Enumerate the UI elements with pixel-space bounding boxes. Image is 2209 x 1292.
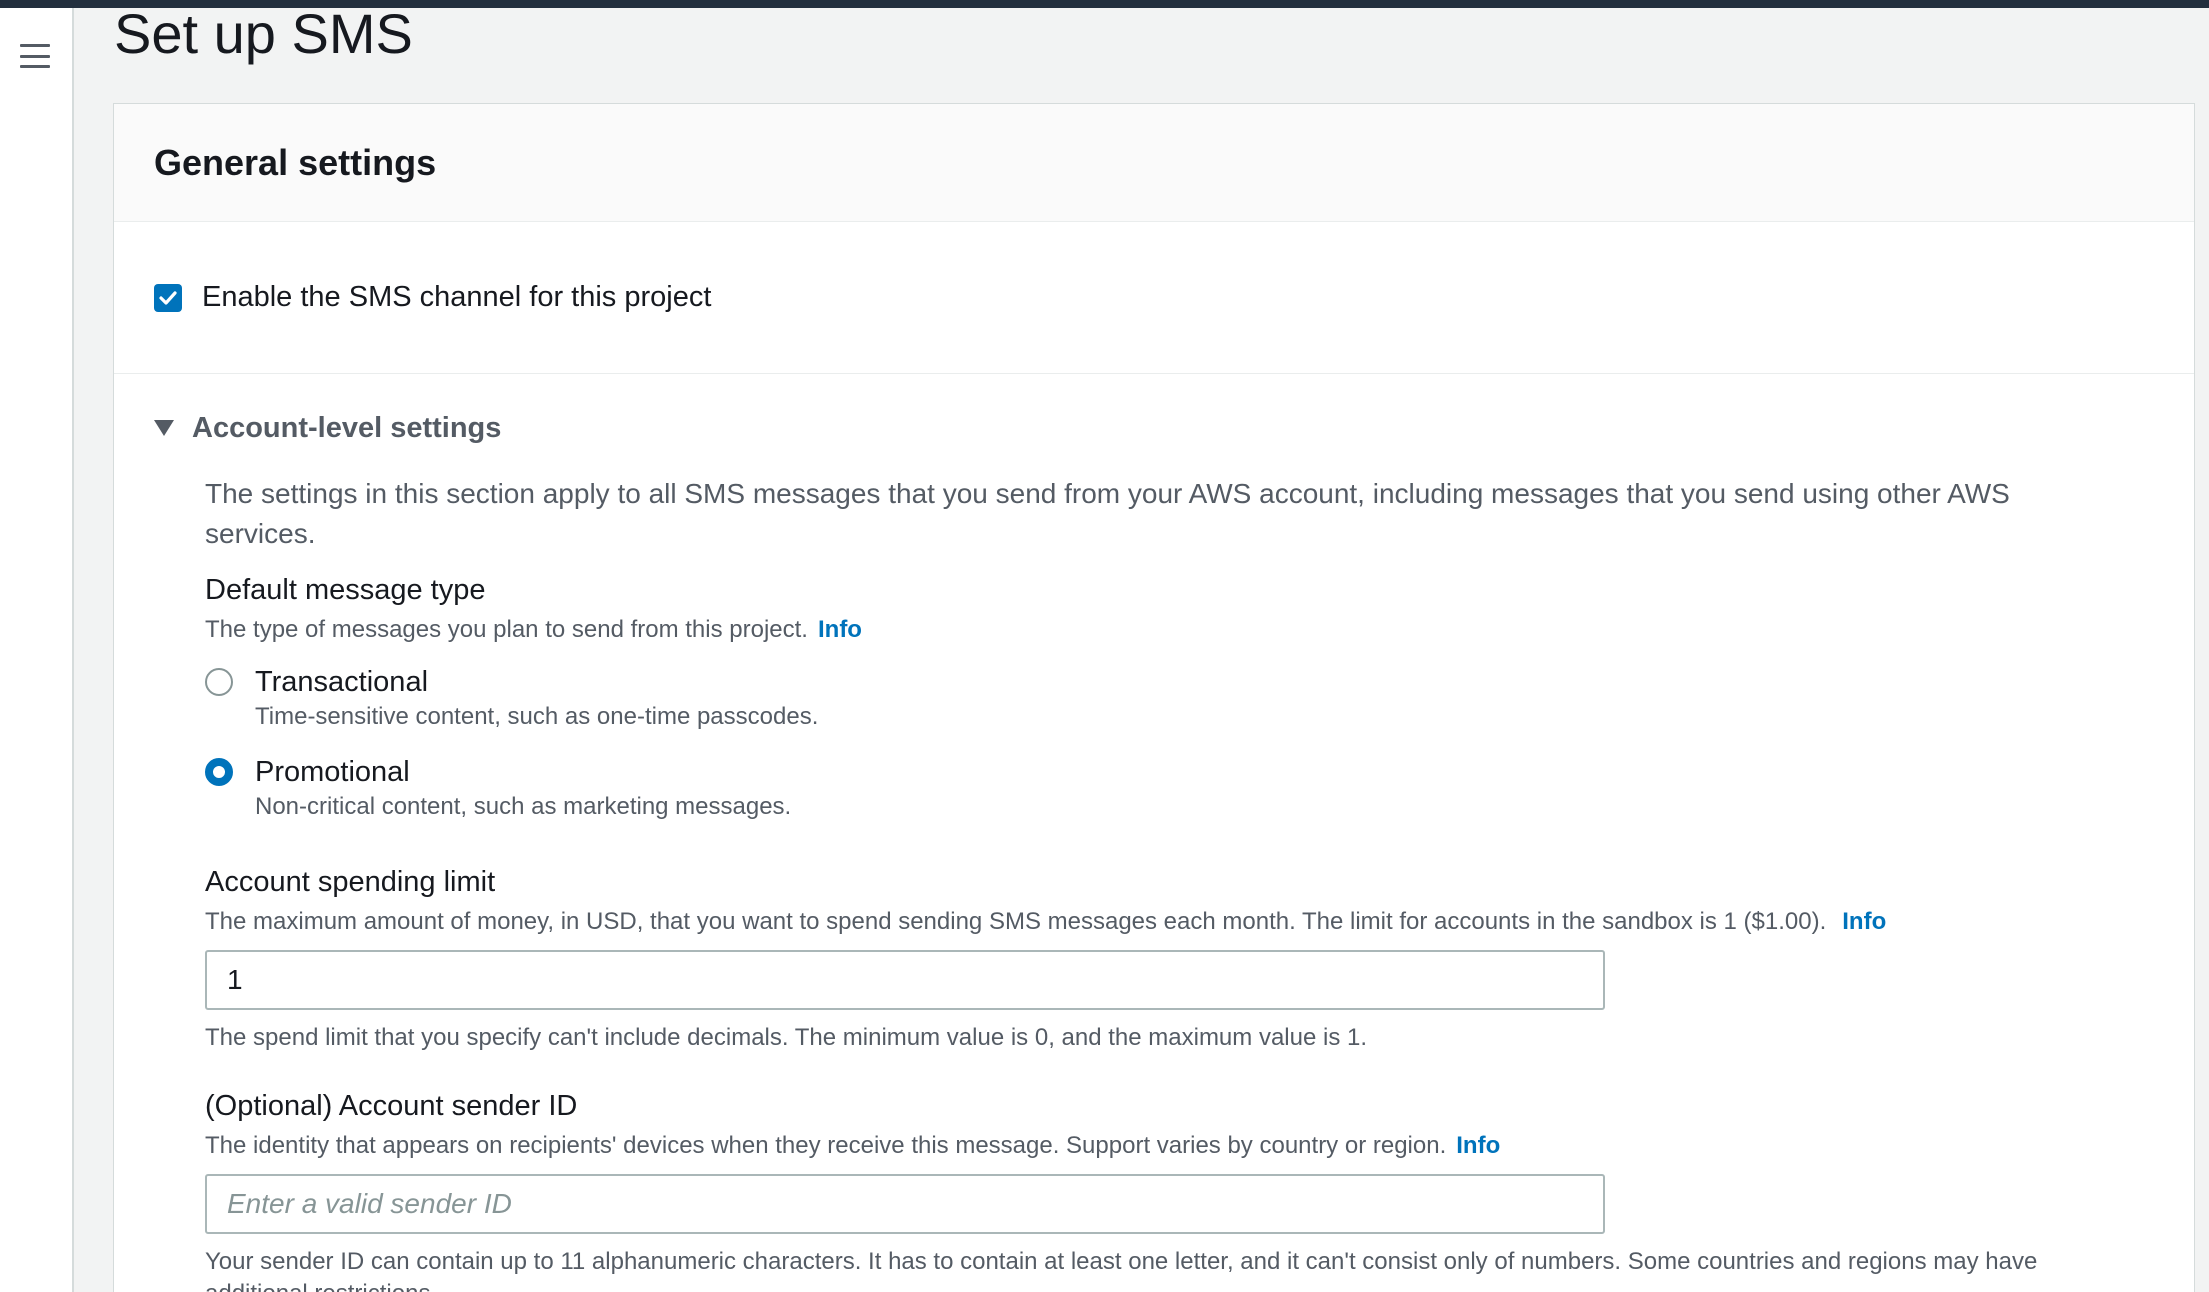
general-settings-panel: General settings Enable the SMS channel … [113, 103, 2195, 1292]
radio-transactional-description: Time-sensitive content, such as one-time… [255, 703, 819, 730]
radio-promotional-title[interactable]: Promotional [255, 754, 791, 790]
caret-down-icon [154, 420, 174, 436]
radio-transactional[interactable] [205, 668, 233, 696]
enable-sms-row: Enable the SMS channel for this project [114, 222, 2194, 374]
enable-sms-checkbox[interactable] [154, 283, 182, 312]
spending-limit-constraint: The spend limit that you specify can't i… [205, 1024, 1367, 1051]
hamburger-menu-icon[interactable] [20, 44, 50, 68]
account-level-section: Account-level settings The settings in t… [114, 374, 2194, 1292]
radio-option-promotional[interactable]: Promotional Non-critical content, such a… [205, 754, 2144, 822]
spending-limit-field: Account spending limit The maximum amoun… [205, 864, 2144, 1054]
spending-limit-description-text: The maximum amount of money, in USD, tha… [205, 908, 1827, 935]
sender-id-input[interactable] [205, 1174, 1605, 1234]
enable-sms-label[interactable]: Enable the SMS channel for this project [202, 281, 711, 314]
sender-id-constraint: Your sender ID can contain up to 11 alph… [205, 1248, 2038, 1292]
sender-id-info-link[interactable]: Info [1456, 1132, 1500, 1159]
radio-transactional-text: Transactional Time-sensitive content, su… [255, 664, 818, 732]
message-type-info-link[interactable]: Info [818, 616, 862, 643]
panel-heading: General settings [154, 141, 437, 183]
message-type-field: Default message type The type of message… [205, 572, 2144, 822]
message-type-description-text: The type of messages you plan to send fr… [205, 616, 808, 643]
panel-header: General settings [114, 104, 2194, 222]
sender-id-description: The identity that appears on recipients'… [205, 1130, 2144, 1162]
sender-id-description-text: The identity that appears on recipients'… [205, 1132, 1447, 1159]
message-type-label: Default message type [205, 574, 486, 606]
radio-promotional-description: Non-critical content, such as marketing … [255, 793, 792, 820]
radio-transactional-title[interactable]: Transactional [255, 664, 818, 700]
checkmark-icon [159, 290, 177, 305]
spending-limit-info-link[interactable]: Info [1842, 908, 1886, 935]
spending-limit-description: The maximum amount of money, in USD, tha… [205, 906, 2144, 938]
radio-promotional-text: Promotional Non-critical content, such a… [255, 754, 791, 822]
side-navigation-rail [0, 8, 74, 1292]
account-level-toggle[interactable]: Account-level settings [154, 408, 2194, 448]
account-level-description: The settings in this section apply to al… [205, 478, 2010, 549]
radio-promotional[interactable] [205, 758, 233, 786]
spending-limit-label: Account spending limit [205, 866, 496, 898]
account-level-body: The settings in this section apply to al… [154, 474, 2144, 1292]
spending-limit-input[interactable] [205, 950, 1605, 1010]
account-level-toggle-label: Account-level settings [192, 411, 502, 444]
message-type-description: The type of messages you plan to send fr… [205, 614, 2144, 646]
sender-id-label: (Optional) Account sender ID [205, 1090, 578, 1122]
page-title: Set up SMS [114, 2, 413, 65]
sender-id-field: (Optional) Account sender ID The identit… [205, 1088, 2144, 1292]
radio-option-transactional[interactable]: Transactional Time-sensitive content, su… [205, 664, 2144, 732]
